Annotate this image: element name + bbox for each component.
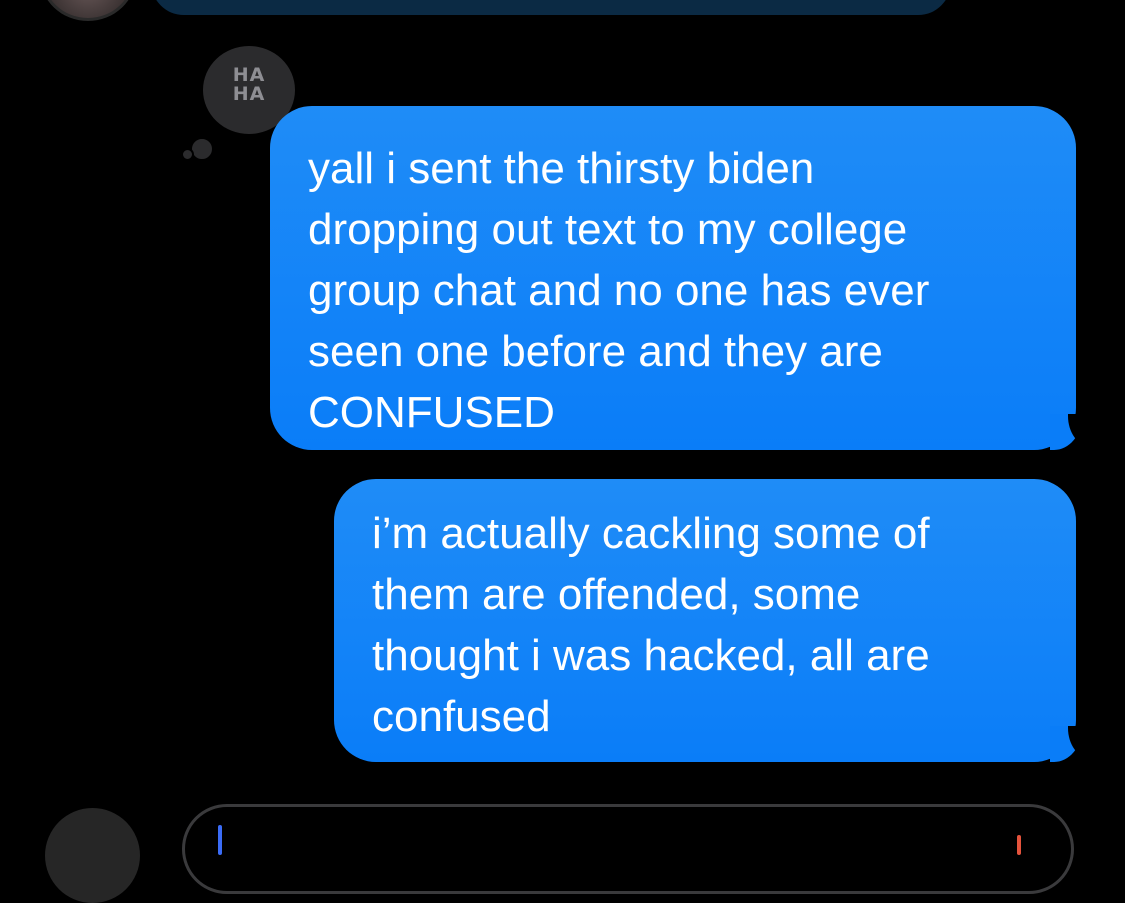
microphone-icon[interactable] bbox=[1017, 835, 1021, 855]
tapback-label: HA HA bbox=[232, 64, 266, 105]
bubble-tail bbox=[1050, 414, 1090, 450]
contact-avatar-bottom[interactable] bbox=[45, 808, 140, 903]
message-input[interactable] bbox=[182, 804, 1074, 894]
message-text: yall i sent the thirsty biden dropping o… bbox=[308, 144, 930, 437]
tapback-tail-dot-small bbox=[181, 148, 194, 161]
message-bubble[interactable]: i’m actually cackling some of them are o… bbox=[334, 479, 1090, 762]
text-cursor bbox=[218, 825, 222, 855]
message-text: i’m actually cackling some of them are o… bbox=[372, 509, 930, 741]
contact-avatar-top[interactable] bbox=[40, 0, 136, 21]
message-bubble[interactable]: yall i sent the thirsty biden dropping o… bbox=[270, 106, 1090, 450]
previous-message-bubble[interactable] bbox=[148, 0, 954, 18]
bubble-tail bbox=[1050, 726, 1090, 762]
